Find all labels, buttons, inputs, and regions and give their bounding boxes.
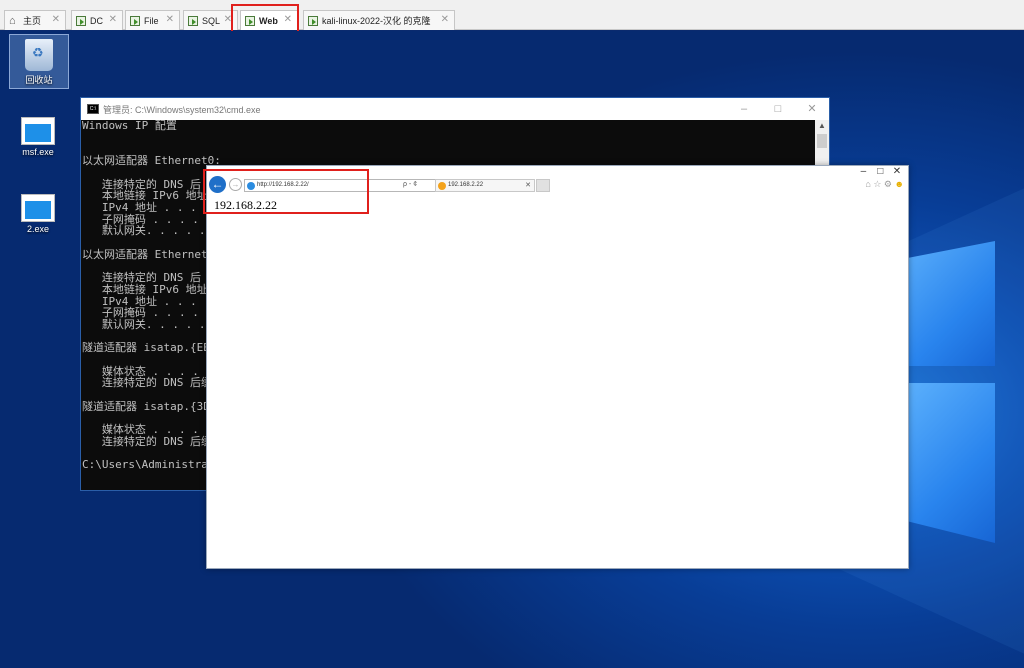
exe-file-icon	[21, 194, 55, 222]
tab-label: kali-linux-2022-汉化 的克隆	[322, 16, 431, 26]
tab-kali[interactable]: kali-linux-2022-汉化 的克隆 ✕	[303, 10, 455, 30]
ie-tab-label: 192.168.2.22	[448, 182, 484, 188]
search-refresh-icon[interactable]: ρ - ¢	[403, 179, 417, 191]
windows-logo-pane	[905, 383, 995, 543]
tab-label: File	[144, 15, 159, 26]
vm-tab-bar: ⌂ 主页 ✕ DC ✕ File ✕ SQL ✕ Web ✕ kali-linu…	[0, 0, 1024, 30]
tab-file[interactable]: File ✕	[125, 10, 180, 30]
close-icon[interactable]: ✕	[525, 180, 531, 191]
vm-icon	[188, 15, 198, 26]
ie-window-buttons: – □ ✕	[856, 166, 904, 177]
feedback-smiley-icon[interactable]: ☻	[895, 179, 904, 189]
maximize-button[interactable]: □	[873, 166, 887, 177]
settings-gear-icon[interactable]: ⚙	[884, 179, 892, 189]
close-icon[interactable]: ✕	[109, 14, 117, 25]
tab-dc[interactable]: DC ✕	[71, 10, 123, 30]
scroll-up-icon[interactable]: ▲	[815, 120, 829, 132]
ie-tab[interactable]: 192.168.2.22 ✕	[435, 179, 535, 192]
cmd-title: 管理员: C:\Windows\system32\cmd.exe	[103, 104, 261, 115]
tab-home[interactable]: ⌂ 主页 ✕	[4, 10, 66, 30]
tab-label: 主页	[23, 16, 42, 26]
cmd-window-buttons: – □ ✕	[727, 98, 829, 120]
vm-icon	[130, 15, 140, 26]
msf-exe[interactable]: msf.exe	[8, 117, 68, 157]
icon-label: 2.exe	[26, 224, 50, 234]
minimize-button[interactable]: –	[856, 166, 870, 177]
vm-icon	[308, 15, 318, 26]
maximize-button[interactable]: □	[761, 98, 795, 120]
ie-command-icons: ⌂ ☆ ⚙ ☻	[865, 179, 904, 190]
close-button[interactable]: ✕	[795, 98, 829, 120]
vm-icon	[76, 15, 86, 26]
close-icon[interactable]: ✕	[52, 14, 60, 25]
2-exe[interactable]: 2.exe	[8, 194, 68, 234]
close-icon[interactable]: ✕	[441, 14, 449, 25]
favorites-star-icon[interactable]: ☆	[873, 179, 881, 189]
tab-sql[interactable]: SQL ✕	[183, 10, 238, 30]
cmd-line	[82, 132, 815, 144]
scroll-thumb[interactable]	[817, 134, 827, 148]
cmd-icon: C:\	[87, 104, 99, 114]
close-button[interactable]: ✕	[890, 166, 904, 177]
ie-window[interactable]: ← → http://192.168.2.22/ ρ - ¢ 192.168.2…	[206, 165, 909, 569]
recycle-bin[interactable]: 回收站	[9, 34, 69, 89]
minimize-button[interactable]: –	[727, 98, 761, 120]
tab-label: SQL	[202, 15, 221, 26]
windows-logo-pane	[905, 241, 995, 366]
url-highlight	[203, 169, 369, 214]
new-tab-button[interactable]	[536, 179, 550, 192]
home-icon[interactable]: ⌂	[865, 179, 870, 189]
home-icon: ⌂	[9, 14, 16, 27]
cmd-line: Windows IP 配置	[82, 120, 177, 132]
tab-label: DC	[90, 15, 103, 26]
recycle-bin-icon	[25, 39, 53, 71]
icon-label: msf.exe	[22, 147, 54, 157]
icon-label: 回收站	[25, 75, 53, 85]
exe-file-icon	[21, 117, 55, 145]
cmd-titlebar[interactable]: C:\ 管理员: C:\Windows\system32\cmd.exe – □…	[81, 98, 829, 120]
ie-page-icon	[438, 182, 446, 190]
close-icon[interactable]: ✕	[166, 14, 174, 25]
